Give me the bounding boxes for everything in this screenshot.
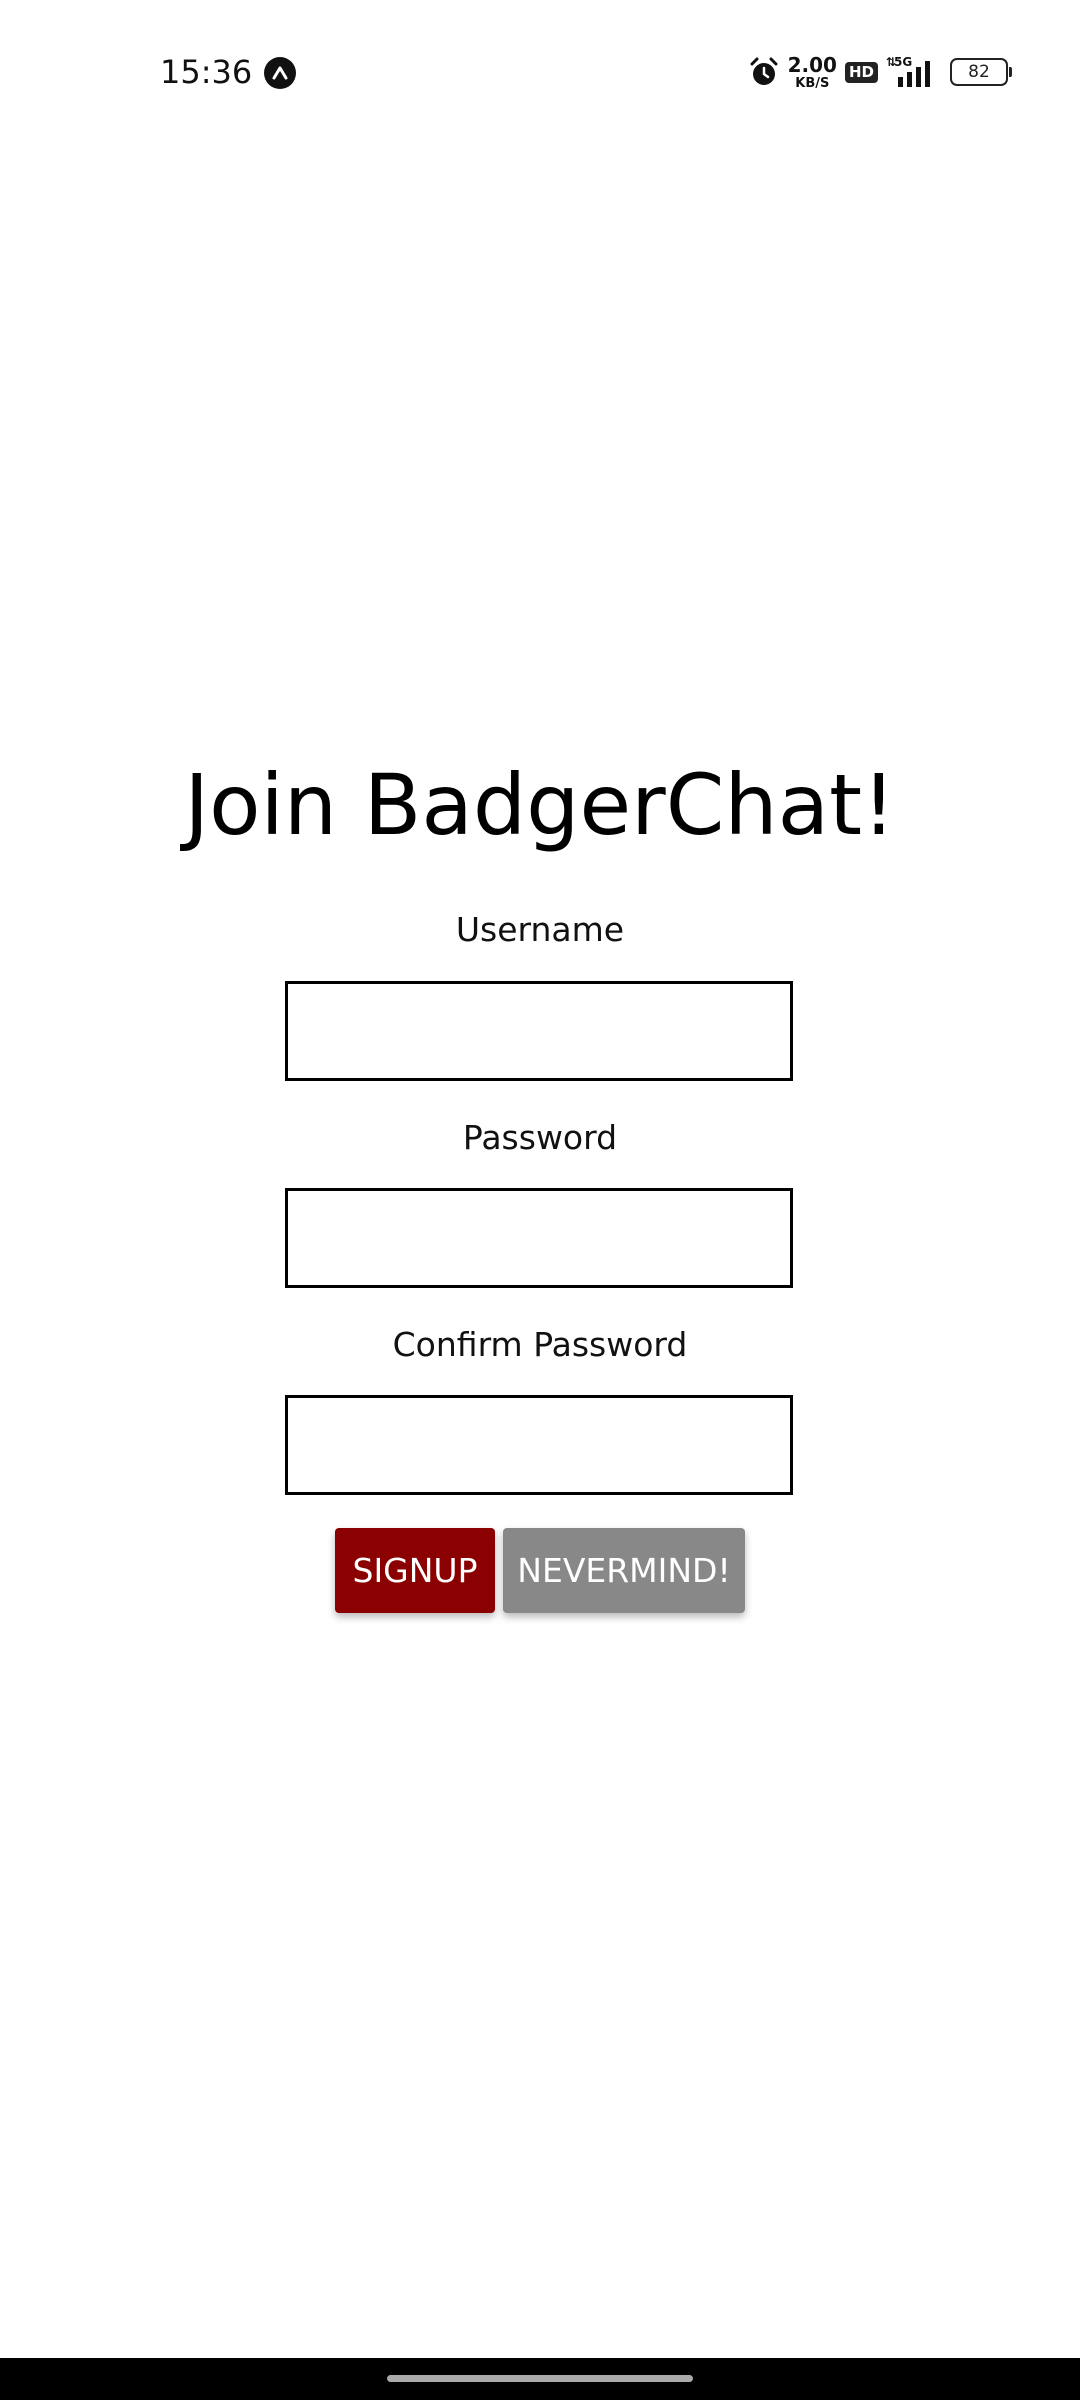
signup-screen: 15:36 2.00 KB/S HD ⇅ 5G 82 Join BadgerCh… xyxy=(0,0,1080,2400)
password-label: Password xyxy=(462,1118,618,1157)
hd-icon: HD xyxy=(844,61,878,83)
status-bar: 15:36 2.00 KB/S HD ⇅ 5G 82 xyxy=(0,0,1080,140)
signup-button[interactable]: SIGNUP xyxy=(335,1528,495,1613)
network-speed: 2.00 KB/S xyxy=(788,55,837,90)
network-speed-value: 2.00 xyxy=(787,52,837,77)
app-notification-icon xyxy=(264,57,296,89)
password-input[interactable] xyxy=(285,1188,793,1288)
alarm-icon xyxy=(750,57,778,85)
navigation-bar xyxy=(0,2358,1080,2400)
network-speed-unit: KB/S xyxy=(795,75,830,91)
home-indicator[interactable] xyxy=(387,2375,693,2382)
network-type-label: 5G xyxy=(894,55,912,69)
username-label: Username xyxy=(455,910,625,949)
status-icons: 2.00 KB/S HD ⇅ 5G 82 xyxy=(748,50,1012,94)
confirm-password-label: Confirm Password xyxy=(392,1325,688,1364)
status-time: 15:36 xyxy=(160,53,253,91)
cellular-signal-icon: ⇅ 5G xyxy=(886,55,930,87)
nevermind-button[interactable]: NEVERMIND! xyxy=(503,1528,745,1613)
battery-level: 82 xyxy=(968,62,990,82)
page-title: Join BadgerChat! xyxy=(184,756,896,854)
confirm-password-input[interactable] xyxy=(285,1395,793,1495)
username-input[interactable] xyxy=(285,981,793,1081)
battery-icon: 82 xyxy=(950,58,1012,86)
